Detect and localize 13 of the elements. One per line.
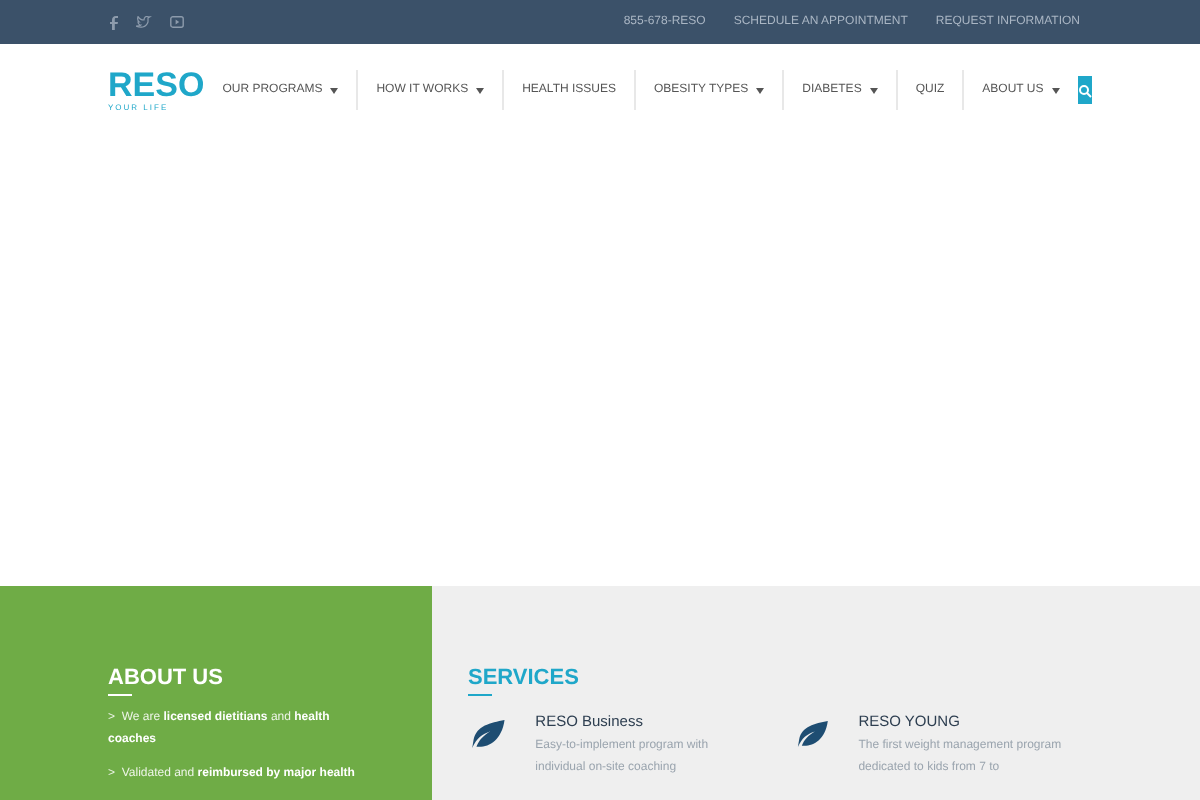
- caret-icon: [330, 87, 339, 93]
- search-button[interactable]: [1077, 76, 1092, 104]
- section-title: ABOUT US: [108, 666, 223, 696]
- facebook-icon[interactable]: [110, 15, 118, 29]
- caret-icon: [756, 87, 765, 93]
- caret-icon: [869, 87, 878, 93]
- logo-name: RESO: [108, 68, 205, 102]
- section-title: SERVICES: [468, 666, 579, 696]
- video-icon[interactable]: [170, 16, 184, 28]
- caret-icon: [476, 87, 485, 93]
- search-icon: [1077, 83, 1092, 97]
- caret-icon: [1051, 87, 1060, 93]
- twitter-icon[interactable]: [136, 16, 152, 28]
